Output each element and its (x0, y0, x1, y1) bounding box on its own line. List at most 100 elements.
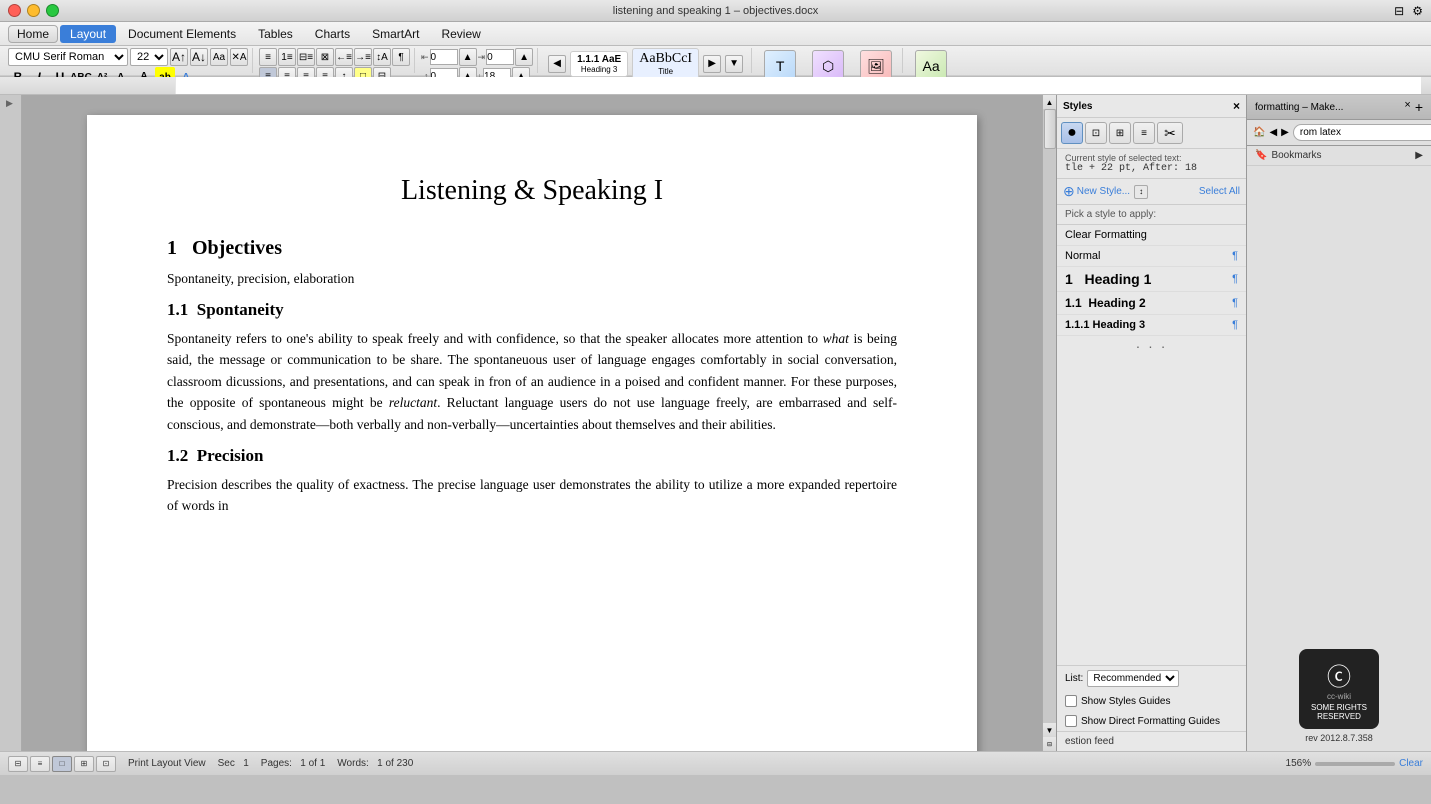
scroll-track[interactable] (1043, 109, 1056, 723)
view-btn-1[interactable]: ⊟ (8, 756, 28, 772)
style-item-heading2[interactable]: 1.1 Heading 2 ¶ (1057, 292, 1246, 315)
menu-smartart[interactable]: SmartArt (362, 25, 429, 43)
styles-icon-btn-5[interactable]: ✂ (1157, 122, 1183, 144)
scroll-down-btn[interactable]: ▼ (1043, 723, 1057, 737)
font-grow-btn[interactable]: A↑ (170, 48, 188, 66)
zoom-slider[interactable] (1315, 762, 1395, 766)
sidebar-panel: formatting – Make... × + 🏠 ◀ ▶ 🔍 ↗ 🔖 Boo… (1246, 95, 1431, 751)
sidebar-header-btns: × + (1404, 99, 1423, 115)
view-btn-4[interactable]: ⊞ (74, 756, 94, 772)
paragraph-section: ≡ 1≡ ⊟≡ ⊠ ←≡ →≡ ↕A ¶ ≡ ≡ ≡ ≡ ↕ □ ⊟ Parag… (255, 48, 415, 73)
sec-prefix: Sec (218, 758, 235, 769)
view-btn-3[interactable]: □ (52, 756, 72, 772)
list-select[interactable]: Recommended (1087, 670, 1179, 687)
normal-para-mark: ¶ (1232, 250, 1238, 262)
font-case-btn[interactable]: Aa (210, 48, 228, 66)
right-indent-input[interactable] (486, 49, 514, 65)
style-item-clear[interactable]: Clear Formatting (1057, 225, 1246, 246)
menu-document-elements[interactable]: Document Elements (118, 25, 246, 43)
close-button[interactable] (8, 4, 21, 17)
heading3-style-item[interactable]: 1.1.1 AaE Heading 3 (570, 51, 628, 77)
sidebar-search-input[interactable] (1293, 124, 1431, 141)
sidebar-forward-arrow[interactable]: ▶ (1281, 127, 1289, 138)
vertical-scrollbar[interactable]: ▲ ▼ ⊟ (1042, 95, 1056, 751)
maximize-button[interactable] (46, 4, 59, 17)
pages-value: 1 of 1 (300, 758, 325, 769)
ruler (0, 77, 1431, 95)
left-indent-input[interactable] (430, 49, 458, 65)
styles-icon-btn-3[interactable]: ⊞ (1109, 122, 1131, 144)
styles-panel-title: Styles (1063, 101, 1092, 112)
left-panel-icon[interactable]: ▶ (6, 99, 16, 109)
menu-review[interactable]: Review (431, 25, 490, 43)
sec-value: 1 (243, 758, 249, 769)
decrease-indent-btn[interactable]: ←≡ (335, 48, 353, 66)
show-direct-formatting-checkbox[interactable] (1065, 715, 1077, 727)
clear-btn[interactable]: Clear (1399, 758, 1423, 769)
list-style-btn[interactable]: ⊠ (316, 48, 334, 66)
ruler-svg (175, 77, 1421, 94)
heading1-style-label: 1 Heading 1 (1065, 271, 1151, 287)
bookmarks-arrow[interactable]: ▶ (1415, 150, 1423, 161)
bookmarks-bar: 🔖 Bookmarks ▶ (1247, 146, 1431, 166)
right-indent-up[interactable]: ▲ (515, 48, 533, 66)
scroll-thumb[interactable] (1044, 109, 1056, 149)
font-name-select[interactable]: CMU Serif Roman (8, 48, 128, 66)
styles-icons-row: ● ⊡ ⊞ ≡ ✂ (1057, 118, 1246, 149)
outline-list-btn[interactable]: ⊟≡ (297, 48, 315, 66)
sort-icon-btn[interactable]: ↕ (1134, 185, 1148, 199)
heading1-para-mark: ¶ (1232, 273, 1238, 285)
title-style-item[interactable]: AaBbCcI Title (632, 48, 699, 79)
styles-close-btn[interactable]: × (1233, 99, 1240, 113)
menu-tables[interactable]: Tables (248, 25, 303, 43)
styles-nav-right[interactable]: ▶ (703, 55, 721, 73)
h1-text: Objectives (192, 237, 282, 259)
bullets-btn[interactable]: ≡ (259, 48, 277, 66)
numbered-list-btn[interactable]: 1≡ (278, 48, 296, 66)
select-all-btn[interactable]: Select All (1199, 186, 1240, 197)
words-value: 1 of 230 (377, 758, 413, 769)
menu-charts[interactable]: Charts (305, 25, 360, 43)
heading3-number: 1.1.1 AaE (577, 54, 621, 65)
list-control: List: Recommended (1057, 665, 1246, 691)
new-style-label: New Style... (1077, 186, 1130, 197)
styles-more-btn[interactable]: ▼ (725, 55, 743, 73)
sort-btn[interactable]: ↕A (373, 48, 391, 66)
show-styles-guides-checkbox[interactable] (1065, 695, 1077, 707)
style-item-heading1[interactable]: 1 Heading 1 ¶ (1057, 267, 1246, 292)
more-styles-indicator: · · · (1057, 336, 1246, 356)
styles-icon-btn-1[interactable]: ● (1061, 122, 1083, 144)
clear-format-btn[interactable]: ✕A (230, 48, 248, 66)
view-btn-5[interactable]: ⊡ (96, 756, 116, 772)
sidebar-back-btn[interactable]: × (1404, 99, 1410, 115)
pages-label: Pages: (261, 758, 292, 769)
increase-indent-btn[interactable]: →≡ (354, 48, 372, 66)
window-controls[interactable] (8, 4, 59, 17)
styles-icon-btn-2[interactable]: ⊡ (1085, 122, 1107, 144)
document-area[interactable]: Listening & Speaking I 1 Objectives Spon… (22, 95, 1042, 751)
menu-home[interactable]: Home (8, 25, 58, 43)
minimize-button[interactable] (27, 4, 40, 17)
pilcrow-btn[interactable]: ¶ (392, 48, 410, 66)
sidebar-back-arrow[interactable]: ◀ (1269, 127, 1277, 138)
style-item-heading3[interactable]: 1.1.1 Heading 3 ¶ (1057, 315, 1246, 336)
rev-value: 2012.8.7.358 (1320, 733, 1373, 743)
status-bar: ⊟ ≡ □ ⊞ ⊡ Print Layout View Sec 1 Pages:… (0, 751, 1431, 775)
style-item-normal[interactable]: Normal ¶ (1057, 246, 1246, 267)
styles-nav-left[interactable]: ◀ (548, 55, 566, 73)
font-size-select[interactable]: 22 (130, 48, 168, 66)
menu-layout[interactable]: Layout (60, 25, 116, 43)
font-shrink-btn[interactable]: A↓ (190, 48, 208, 66)
question-feed-link[interactable]: estion feed (1057, 731, 1246, 751)
scroll-up-btn[interactable]: ▲ (1043, 95, 1057, 109)
doc-para1: Spontaneity refers to one's ability to s… (167, 328, 897, 436)
styles-icon-btn-4[interactable]: ≡ (1133, 122, 1155, 144)
gear-icon[interactable]: ⚙ (1412, 4, 1423, 18)
cc-badge: ⓒ cc-wiki SOME RIGHTS RESERVED (1299, 649, 1379, 729)
left-indent-up[interactable]: ▲ (459, 48, 477, 66)
new-style-btn[interactable]: ⊕ New Style... (1063, 183, 1130, 200)
sidebar-new-tab-btn[interactable]: + (1415, 99, 1423, 115)
sidebar-home-btn[interactable]: 🏠 (1253, 127, 1265, 138)
scroll-split-btn[interactable]: ⊟ (1043, 737, 1057, 751)
view-btn-2[interactable]: ≡ (30, 756, 50, 772)
